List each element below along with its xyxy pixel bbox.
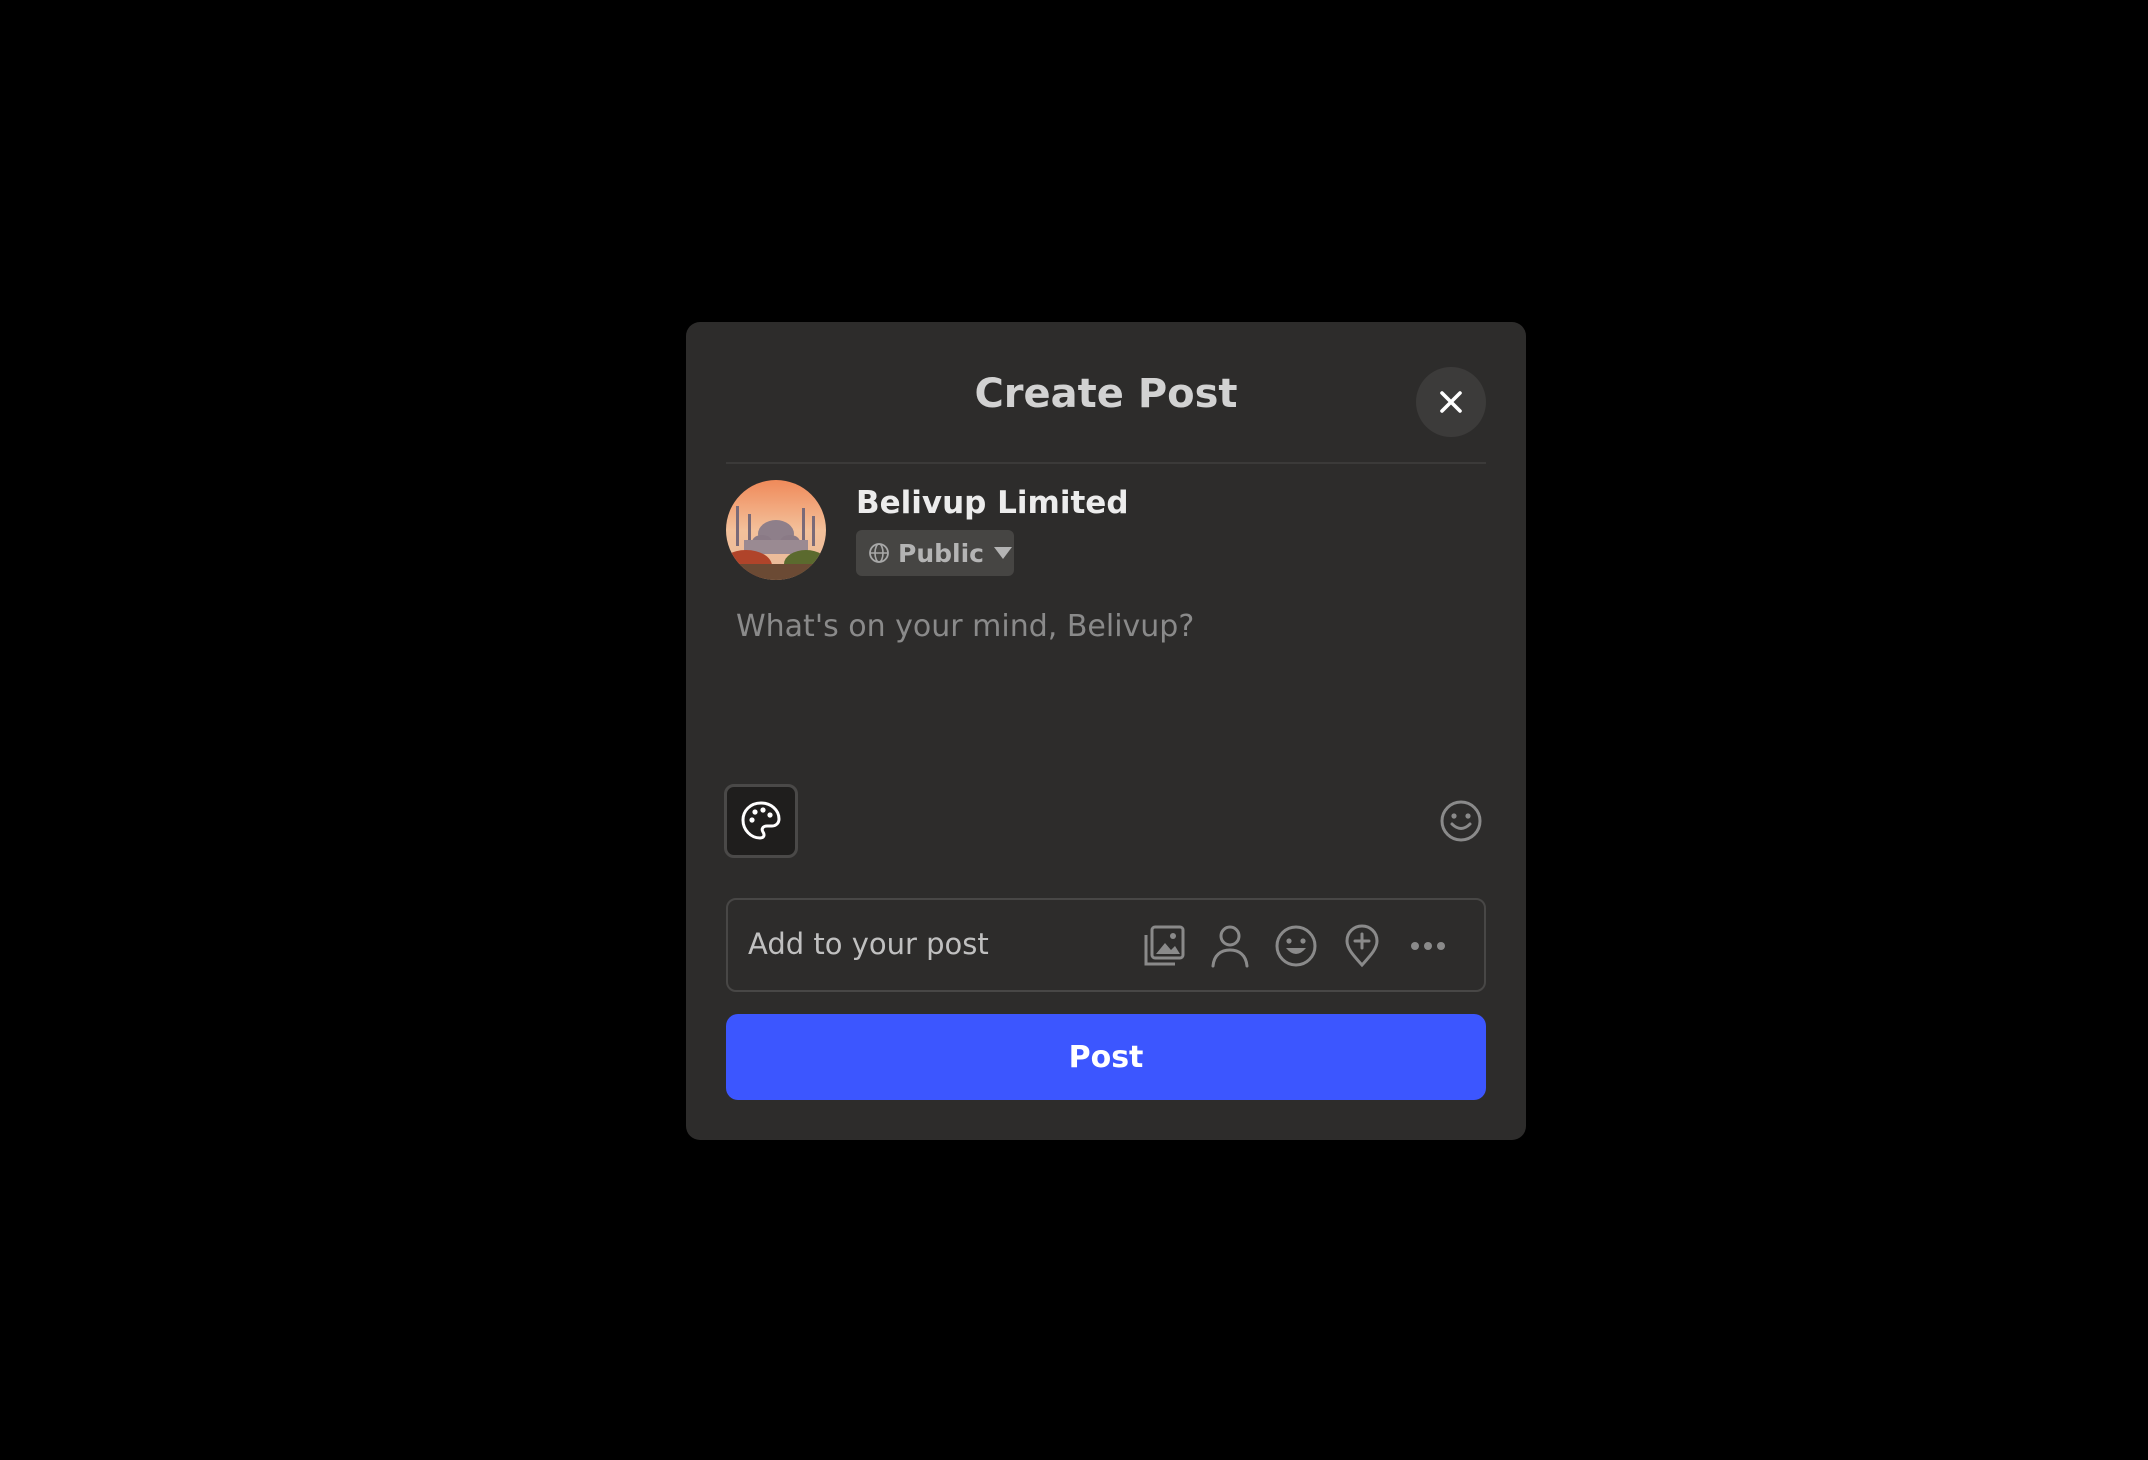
feeling-activity-button[interactable] [1272,922,1320,970]
close-icon [1440,391,1462,413]
more-options-button[interactable] [1404,922,1452,970]
audience-selector[interactable]: Public [856,530,1014,576]
add-photo-button[interactable] [1140,922,1188,970]
feeling-icon [1275,925,1317,967]
create-post-dialog: Create Post Belivup Limited Public What'… [686,322,1526,1140]
caret-down-icon [993,547,1012,559]
background-color-button[interactable] [724,784,798,858]
dialog-title: Create Post [974,371,1238,417]
tag-people-button[interactable] [1206,922,1254,970]
add-to-post-bar: Add to your post [726,898,1486,992]
palette-icon [741,801,781,840]
location-pin-icon [1345,924,1379,968]
emoji-button[interactable] [1438,798,1484,844]
more-icon [1411,942,1445,950]
tag-person-icon [1211,925,1249,968]
globe-icon [869,543,889,563]
user-name: Belivup Limited [856,485,1129,521]
post-text-input[interactable]: What's on your mind, Belivup? [736,612,1194,642]
post-button[interactable]: Post [726,1014,1486,1100]
audience-label: Public [898,538,984,568]
close-button[interactable] [1416,367,1486,437]
header-divider [726,462,1486,464]
avatar [726,480,826,580]
smiley-icon [1440,800,1482,842]
check-in-button[interactable] [1338,922,1386,970]
photo-gallery-icon [1144,925,1185,966]
add-to-post-label: Add to your post [748,927,989,961]
